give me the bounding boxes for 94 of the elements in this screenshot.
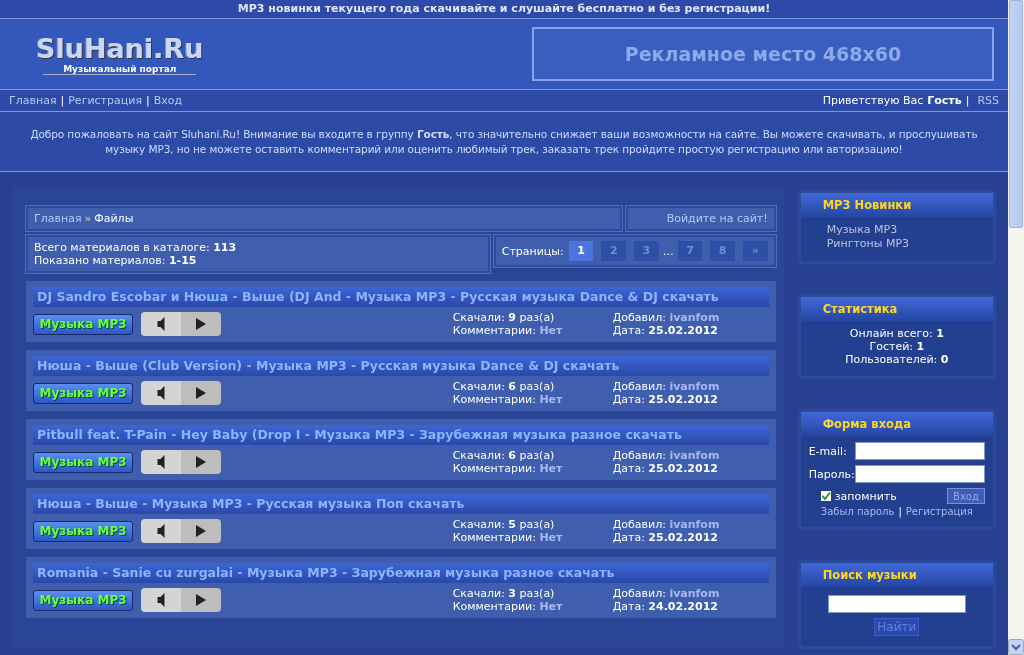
comments-text: Комментарии: Нет [452,393,564,406]
track-title-link[interactable]: Нюша - Выше - Музыка MP3 - Русская музыка Поп скачать [33,494,769,514]
speaker-icon [156,524,165,538]
remember-label: запомнить [834,489,897,503]
site-logo[interactable]: SluHani.Ru Музыкальный портал [36,33,204,75]
page-link[interactable]: 3 [634,241,659,261]
audio-player-control[interactable] [141,450,221,474]
play-icon [195,318,206,330]
nav-link[interactable]: Регистрация [68,94,142,107]
search-field[interactable] [827,595,966,613]
added-by-text: Добавил: ivanfom [612,587,721,600]
audio-player-control[interactable] [141,381,221,405]
track-title-link[interactable]: Нюша - Выше (Club Version) - Музыка MP3 - Русская музыка Dance & DJ скачать [33,356,769,376]
speaker-icon [156,455,165,469]
category-button[interactable]: Музыка MP3 [33,382,133,404]
comments-text: Комментарии: Нет [452,324,564,337]
sidebar-link[interactable]: Музыка MP3 [826,223,985,237]
block-title: MP3 Новинки [800,193,993,217]
category-button[interactable]: Музыка MP3 [33,520,133,542]
date-text: Дата: 25.02.2012 [612,393,719,406]
track-title-link[interactable]: Pitbull feat. T-Pain - Hey Baby (Drop I - Музыка MP3 - Зарубежная музыка разное скачать [33,425,769,445]
category-button[interactable]: Музыка MP3 [33,589,133,611]
audio-player-control[interactable] [141,588,221,612]
scrollbar[interactable] [1008,0,1024,655]
separator: | [965,94,970,107]
downloads-text: Скачали: 6 раз(а) [452,380,556,393]
nav-link[interactable]: Вход [153,94,183,107]
password-field[interactable] [855,465,985,483]
added-by-text: Добавил: ivanfom [612,449,721,462]
play-icon [195,594,206,606]
rss-link[interactable]: RSS [977,94,999,107]
play-icon [195,387,206,399]
email-label: E-mail: [808,444,848,458]
track-title-link[interactable]: DJ Sandro Escobar и Нюша - Выше (DJ And - Музыка MP3 - Русская музыка Dance & DJ скачать [33,287,769,307]
register-link[interactable]: Регистрация [905,506,973,517]
stat-text: Гостей: 1 [869,340,925,353]
added-by-text: Добавил: ivanfom [612,518,721,531]
audio-player-control[interactable] [141,519,221,543]
speaker-icon [156,593,165,607]
page-link[interactable]: 2 [601,241,627,261]
category-button[interactable]: Музыка MP3 [33,451,133,473]
welcome-message: Добро пожаловать на сайт Sluhani.Ru! Внимание вы входите в группу Гость, что значительно снижает ваши возможности на сайте. Вы можете скачивать, и прослушивать музыку MP3, но не можете оставить комментарий или оценить любимый трек, заказать трек пройдите простую регистрацию или авторизацию! [30,128,978,155]
downloads-text: Скачали: 6 раз(а) [452,449,556,462]
catalog-info-text: Показано материалов: 1-15 [34,254,198,267]
audio-player-control[interactable] [141,312,221,336]
catalog-info-text: Всего материалов в каталоге: 113 [34,241,238,254]
greeting-text: Приветствую Вас [822,94,924,107]
added-by-text: Добавил: ivanfom [612,311,721,324]
separator: | [898,506,902,517]
block-title: Поиск музыки [800,563,993,587]
login-button[interactable]: Вход [947,488,985,504]
breadcrumb-link[interactable]: Главная [34,212,82,225]
stat-text: Пользователей: 0 [845,353,949,366]
date-text: Дата: 25.02.2012 [612,531,719,544]
ad-banner: Рекламное место 468x60 [532,27,994,81]
comments-text: Комментарии: Нет [452,600,564,613]
pages-label: Страницы: [501,244,564,258]
sidebar-link[interactable]: Рингтоны MP3 [826,237,985,251]
nav-link[interactable]: Главная [9,94,57,107]
comments-text: Комментарии: Нет [452,531,564,544]
block-title: Статистика [800,297,993,321]
separator: | [60,94,65,107]
scroll-down-icon[interactable] [1008,639,1024,655]
speaker-icon [156,317,165,331]
comments-text: Комментарии: Нет [452,462,564,475]
block-title: Форма входа [800,412,993,436]
stat-text: Онлайн всего: 1 [849,327,944,340]
breadcrumb-separator: » [84,212,92,225]
breadcrumb-current: Файлы [94,212,134,225]
username-text: Гость [927,94,962,107]
speaker-icon [156,386,165,400]
page-link[interactable]: » [743,241,768,261]
remember-checkbox[interactable] [820,491,831,501]
downloads-text: Скачали: 3 раз(а) [452,587,556,600]
play-icon [195,456,206,468]
page-link[interactable]: 8 [710,241,735,261]
date-text: Дата: 25.02.2012 [612,324,719,337]
downloads-text: Скачали: 9 раз(а) [452,311,556,324]
track-title-link[interactable]: Romania - Sanie cu zurgalai - Музыка MP3 - Зарубежная музыка разное скачать [33,563,769,583]
added-by-text: Добавил: ivanfom [612,380,721,393]
date-text: Дата: 25.02.2012 [612,462,719,475]
separator: | [146,94,150,107]
date-text: Дата: 24.02.2012 [612,600,719,613]
email-field[interactable] [855,442,985,460]
top-banner-text: MP3 новинки текущего года скачивайте и слушайте бесплатно и без регистрации! [0,0,1008,19]
scrollbar-thumb[interactable] [1009,0,1023,228]
category-button[interactable]: Музыка MP3 [33,313,133,335]
forgot-password-link[interactable]: Забыл пароль [820,506,895,517]
play-icon [195,525,206,537]
page-link[interactable]: 7 [677,241,703,261]
downloads-text: Скачали: 5 раз(а) [452,518,556,531]
pagination-ellipsis: … [662,244,674,258]
password-label: Пароль: [808,467,853,481]
page-link[interactable]: 1 [568,241,594,261]
